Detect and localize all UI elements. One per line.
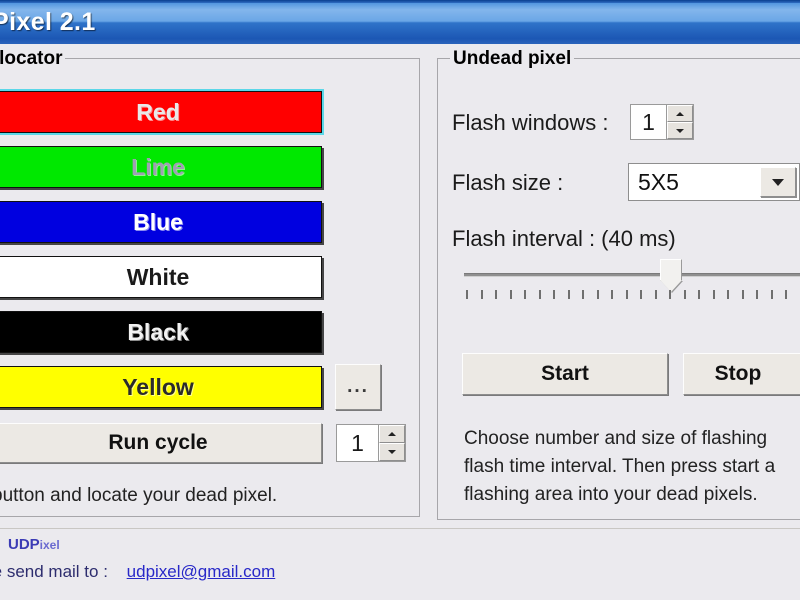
chevron-up-icon <box>388 432 396 436</box>
undead-description-line-3: flashing area into your dead pixels. <box>464 484 758 505</box>
undead-description-line-1: Choose number and size of flashing <box>464 428 768 449</box>
slider-tick <box>466 290 468 299</box>
window-titlebar: Pixel 2.1 <box>0 0 800 44</box>
brand-logo: UDPixel <box>8 536 60 553</box>
color-button-black-label: Black <box>127 318 189 345</box>
stop-label: Stop <box>714 362 762 385</box>
slider-thumb[interactable] <box>660 259 683 293</box>
slider-tick <box>741 290 744 299</box>
slider-tick <box>712 290 715 299</box>
undead-pixel-legend: Undead pixel <box>450 48 575 70</box>
flash-size-label: Flash size : <box>452 170 564 195</box>
mail-address-link[interactable]: udpixel@gmail.com <box>127 562 276 581</box>
application-window: Pixel 2.1 el locator Red Lime Blue White… <box>0 0 800 600</box>
flash-size-dropdown-button[interactable] <box>760 167 796 197</box>
slider-tick <box>538 290 541 299</box>
flash-windows-label: Flash windows : <box>452 110 609 135</box>
slider-tick <box>625 290 628 299</box>
color-button-yellow-label: Yellow <box>122 373 194 400</box>
chevron-down-icon <box>772 178 784 186</box>
run-cycle-button[interactable]: Run cycle <box>0 423 322 463</box>
flash-windows-down-button[interactable] <box>667 122 693 139</box>
start-button[interactable]: Start <box>462 353 668 395</box>
brand-suffix: ixel <box>39 538 60 552</box>
stop-button[interactable]: Stop <box>683 353 800 395</box>
color-button-lime[interactable]: Lime <box>0 146 322 188</box>
color-button-blue[interactable]: Blue <box>0 201 322 243</box>
slider-thumb-body <box>660 259 683 281</box>
brand-prefix: UDP <box>8 536 40 553</box>
chevron-down-icon <box>388 450 396 454</box>
color-button-red[interactable]: Red <box>0 89 324 135</box>
pixel-locator-legend: el locator <box>0 48 66 70</box>
start-label: Start <box>541 362 589 385</box>
flash-size-select[interactable]: 5X5 <box>628 163 800 201</box>
slider-tick <box>567 290 570 299</box>
slider-tick <box>480 290 483 299</box>
slider-tick <box>698 290 701 299</box>
color-button-white-label: White <box>126 263 190 290</box>
footer: UDPixel please send mail to : udpixel@gm… <box>0 528 800 600</box>
slider-tick <box>683 290 686 299</box>
color-button-red-label: Red <box>136 98 180 125</box>
flash-windows-arrows[interactable] <box>666 105 693 139</box>
slider-track[interactable] <box>464 273 800 277</box>
slider-tick <box>727 290 730 299</box>
slider-tick <box>770 290 773 299</box>
more-colors-label: ... <box>347 376 369 397</box>
flash-size-value: 5X5 <box>638 168 679 195</box>
chevron-down-icon <box>676 128 684 133</box>
flash-windows-stepper[interactable]: 1 <box>630 104 694 140</box>
slider-tick <box>785 290 788 299</box>
slider-tick <box>524 290 527 299</box>
flash-interval-label: Flash interval : (40 ms) <box>452 226 676 251</box>
color-button-black[interactable]: Black <box>0 311 322 353</box>
slider-tick <box>582 290 585 299</box>
window-title: Pixel 2.1 <box>0 8 96 36</box>
mail-prompt-row: please send mail to : udpixel@gmail.com <box>0 562 275 582</box>
locator-hint-text: button and locate your dead pixel. <box>0 485 278 506</box>
titlebar-gloss <box>0 0 800 3</box>
cycle-count-down-button[interactable] <box>379 443 405 461</box>
cycle-count-up-button[interactable] <box>379 425 405 443</box>
color-button-blue-label: Blue <box>133 208 183 235</box>
slider-tick <box>553 290 556 299</box>
undead-description-line-2: flash time interval. Then press start a <box>464 456 776 477</box>
flash-windows-value: 1 <box>631 105 666 139</box>
cycle-count-stepper[interactable]: 1 <box>336 424 406 462</box>
flash-interval-slider[interactable] <box>464 255 800 295</box>
slider-tick <box>756 290 759 299</box>
footer-divider <box>0 528 800 529</box>
slider-tick <box>669 290 672 299</box>
slider-tick <box>654 290 657 299</box>
color-button-lime-label: Lime <box>131 153 185 180</box>
more-colors-button[interactable]: ... <box>335 364 381 410</box>
slider-tickmarks <box>466 290 800 299</box>
flash-windows-up-button[interactable] <box>667 105 693 122</box>
run-cycle-label: Run cycle <box>108 431 208 454</box>
color-button-yellow[interactable]: Yellow <box>0 366 322 408</box>
mail-prompt-text: please send mail to : <box>0 562 108 581</box>
cycle-count-arrows[interactable] <box>378 425 405 461</box>
chevron-up-icon <box>676 111 684 116</box>
cycle-count-value: 1 <box>337 425 378 461</box>
color-button-white[interactable]: White <box>0 256 322 298</box>
slider-tick <box>596 290 599 299</box>
slider-tick <box>611 290 614 299</box>
slider-tick <box>640 290 643 299</box>
slider-tick <box>509 290 512 299</box>
slider-tick <box>495 290 498 299</box>
